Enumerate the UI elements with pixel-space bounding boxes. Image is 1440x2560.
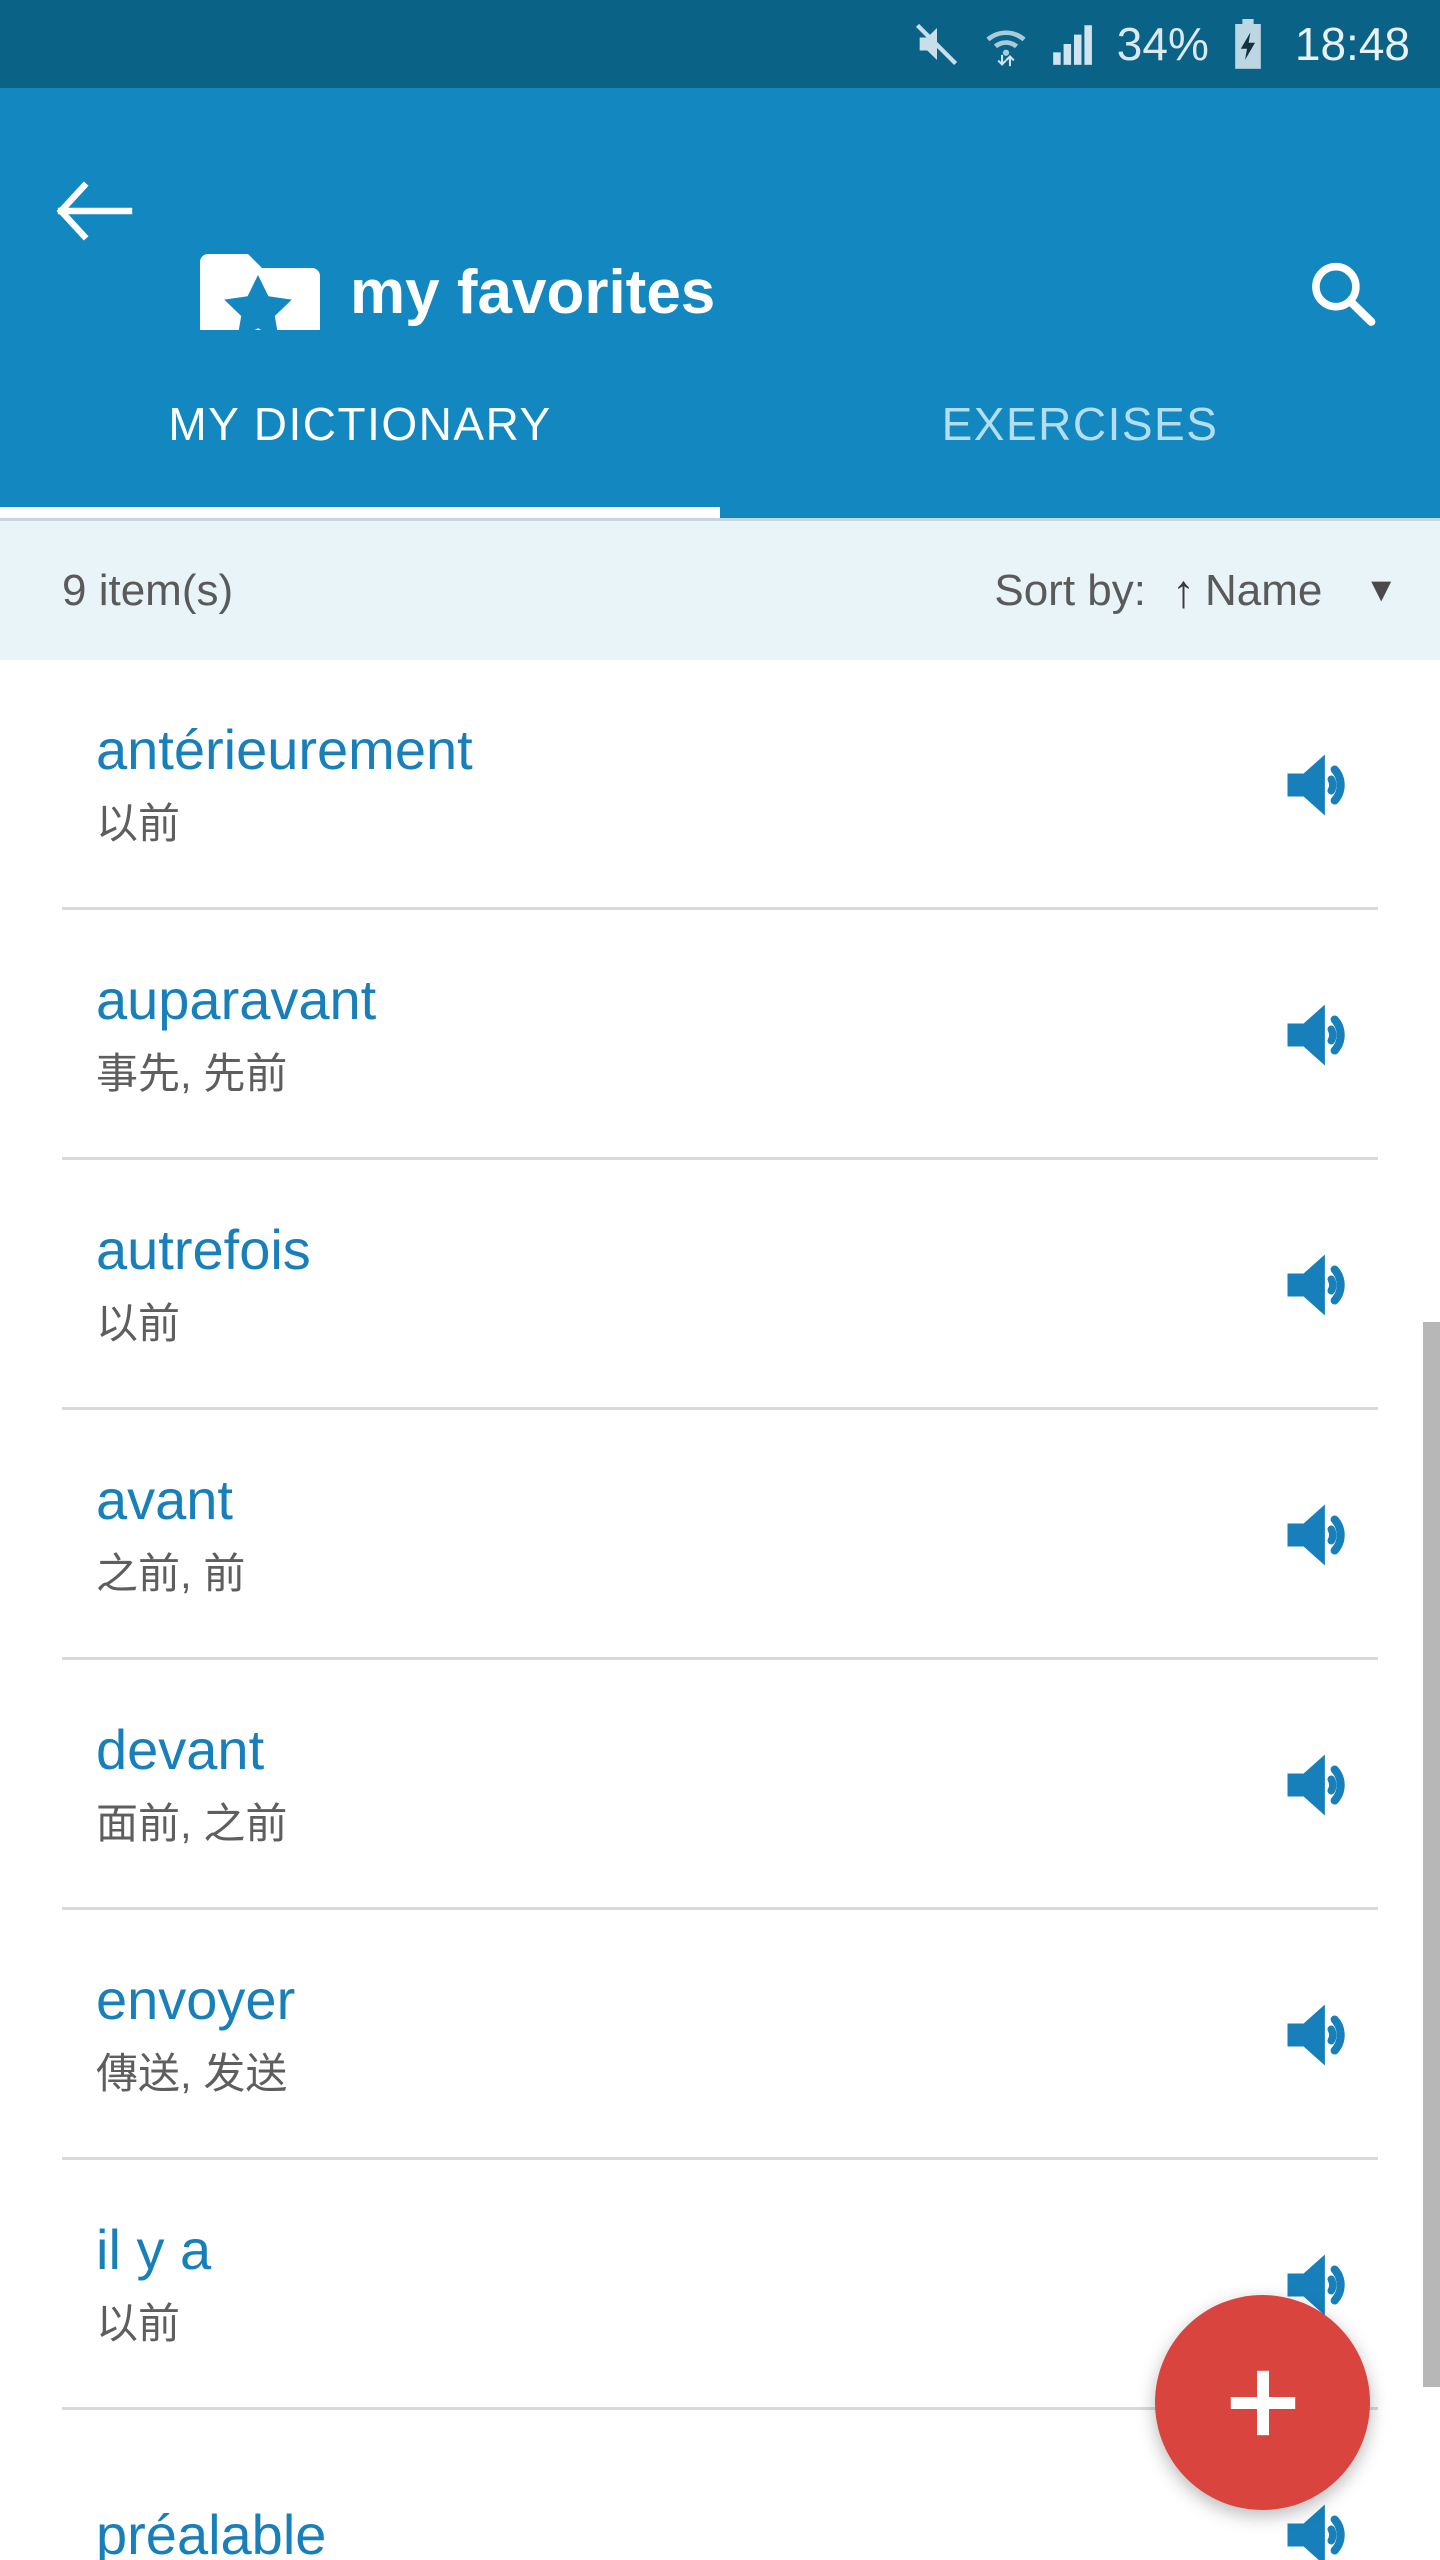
list-item-texts: antérieurement 以前 — [96, 719, 1262, 850]
sort-bar: 9 item(s) Sort by: ↑ Name ▼ — [0, 518, 1440, 660]
list-item-texts: envoyer 傳送, 发送 — [96, 1969, 1262, 2100]
mute-icon — [911, 18, 963, 70]
list-item-texts: autrefois 以前 — [96, 1219, 1262, 1350]
list-item-term: autrefois — [96, 1218, 311, 1282]
list-item-term: devant — [96, 1718, 265, 1782]
wifi-icon — [981, 19, 1031, 69]
speaker-icon[interactable] — [1262, 1239, 1382, 1331]
word-list[interactable]: antérieurement 以前 auparavant 事先, 先前 autrefoi… — [0, 660, 1440, 2560]
list-item-texts: auparavant 事先, 先前 — [96, 969, 1262, 1100]
list-item-translation: 傳送, 发送 — [96, 2050, 288, 2098]
list-item-texts: il y a 以前 — [96, 2219, 1262, 2350]
app-screen: 34% 18:48 my favorites MY DICTIONARY EXE… — [0, 0, 1440, 2560]
item-count-label: 9 item(s) — [62, 565, 234, 615]
sort-control[interactable]: Sort by: ↑ Name ▼ — [994, 564, 1398, 618]
back-arrow-icon[interactable] — [52, 168, 138, 254]
status-bar: 34% 18:48 — [0, 0, 1440, 88]
page-title: my favorites — [350, 258, 716, 327]
list-item-texts: devant 面前, 之前 — [96, 1719, 1262, 1850]
list-item[interactable]: antérieurement 以前 — [0, 660, 1440, 910]
battery-percent: 34% — [1116, 18, 1209, 70]
plus-icon — [1230, 2370, 1295, 2435]
speaker-icon[interactable] — [1262, 739, 1382, 831]
tab-active-indicator — [0, 507, 720, 518]
speaker-icon[interactable] — [1262, 1739, 1382, 1831]
list-item-translation: 以前 — [96, 2300, 181, 2348]
list-item-translation: 之前, 前 — [96, 1550, 246, 1598]
tab-bar: MY DICTIONARY EXERCISES — [0, 330, 1440, 518]
speaker-icon[interactable] — [1262, 989, 1382, 1081]
list-item-term: envoyer — [96, 1968, 296, 2032]
list-item-translation: 事先, 先前 — [96, 1050, 288, 1098]
list-item-term: auparavant — [96, 968, 377, 1032]
list-item-translation: 以前 — [96, 1300, 181, 1348]
list-item-term: avant — [96, 1468, 233, 1532]
list-item-texts: avant 之前, 前 — [96, 1469, 1262, 1600]
signal-icon — [1049, 19, 1099, 69]
sort-value-label: Name — [1204, 565, 1323, 615]
list-item[interactable]: avant 之前, 前 — [0, 1410, 1440, 1660]
list-item[interactable]: autrefois 以前 — [0, 1160, 1440, 1410]
list-item-term: il y a — [96, 2218, 212, 2282]
search-icon[interactable] — [1296, 248, 1388, 340]
tab-my-dictionary[interactable]: MY DICTIONARY — [0, 330, 720, 518]
sort-by-label: Sort by: — [994, 565, 1146, 615]
list-item[interactable]: auparavant 事先, 先前 — [0, 910, 1440, 1160]
battery-charging-icon — [1227, 18, 1269, 70]
list-item-term: antérieurement — [96, 718, 473, 782]
list-item-translation: 以前 — [96, 800, 181, 848]
scrollbar-thumb[interactable] — [1423, 1322, 1440, 2387]
app-bar: my favorites — [0, 88, 1440, 344]
list-item-translation: 面前, 之前 — [96, 1800, 288, 1848]
add-word-fab[interactable] — [1155, 2295, 1370, 2510]
chevron-down-icon[interactable]: ▼ — [1364, 571, 1398, 610]
speaker-icon[interactable] — [1262, 1489, 1382, 1581]
list-item[interactable]: envoyer 傳送, 发送 — [0, 1910, 1440, 2160]
tab-exercises-label: EXERCISES — [941, 398, 1219, 450]
scrollbar-track[interactable] — [1423, 660, 1440, 2560]
tab-exercises[interactable]: EXERCISES — [720, 330, 1440, 518]
sort-ascending-icon: ↑ — [1171, 564, 1195, 617]
list-item-texts: préalable — [96, 2502, 1262, 2560]
speaker-icon[interactable] — [1262, 1989, 1382, 2081]
clock-time: 18:48 — [1294, 18, 1410, 70]
list-item[interactable]: devant 面前, 之前 — [0, 1660, 1440, 1910]
tab-my-dictionary-label: MY DICTIONARY — [168, 398, 552, 450]
list-item-term: préalable — [96, 2502, 327, 2560]
